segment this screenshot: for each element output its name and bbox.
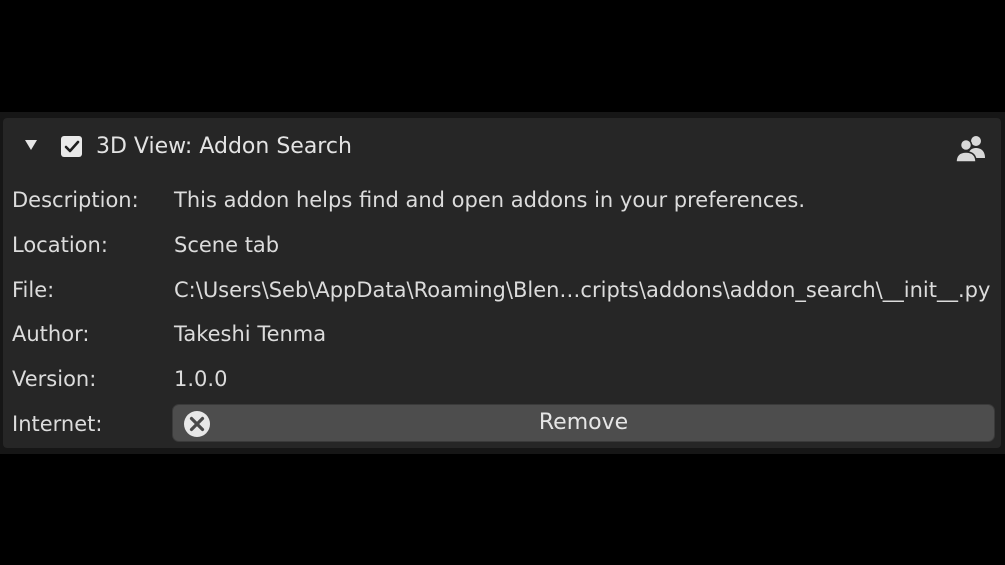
file-row: File: C:\Users\Seb\AppData\Roaming\Blen…… xyxy=(3,270,1001,310)
remove-button[interactable]: Remove xyxy=(172,404,995,442)
addon-title: 3D View: Addon Search xyxy=(96,134,352,159)
author-value: Takeshi Tenma xyxy=(174,322,327,346)
version-value: 1.0.0 xyxy=(174,367,228,391)
version-label: Version: xyxy=(12,367,97,391)
file-label: File: xyxy=(12,278,55,302)
disclosure-triangle-down-icon[interactable] xyxy=(23,136,39,154)
internet-row: Internet: Remove xyxy=(3,404,1001,444)
description-row: Description: This addon helps find and o… xyxy=(3,180,1001,220)
version-row: Version: 1.0.0 xyxy=(3,359,1001,399)
checkmark-icon xyxy=(64,140,79,152)
author-label: Author: xyxy=(12,322,90,346)
addon-header[interactable]: 3D View: Addon Search xyxy=(3,130,1001,164)
remove-button-label: Remove xyxy=(538,410,629,435)
file-path-value: C:\Users\Seb\AppData\Roaming\Blen…cripts… xyxy=(174,278,991,302)
location-label: Location: xyxy=(12,233,108,257)
addon-panel-body: 3D View: Addon Search Description: This … xyxy=(3,118,1001,448)
description-label: Description: xyxy=(12,188,139,212)
enable-addon-checkbox[interactable] xyxy=(61,136,82,157)
location-row: Location: Scene tab xyxy=(3,225,1001,265)
description-value: This addon helps find and open addons in… xyxy=(174,188,806,212)
users-icon xyxy=(955,132,987,164)
author-row: Author: Takeshi Tenma xyxy=(3,314,1001,354)
location-value: Scene tab xyxy=(174,233,280,257)
internet-label: Internet: xyxy=(12,412,103,436)
addon-panel: 3D View: Addon Search Description: This … xyxy=(0,112,1005,454)
